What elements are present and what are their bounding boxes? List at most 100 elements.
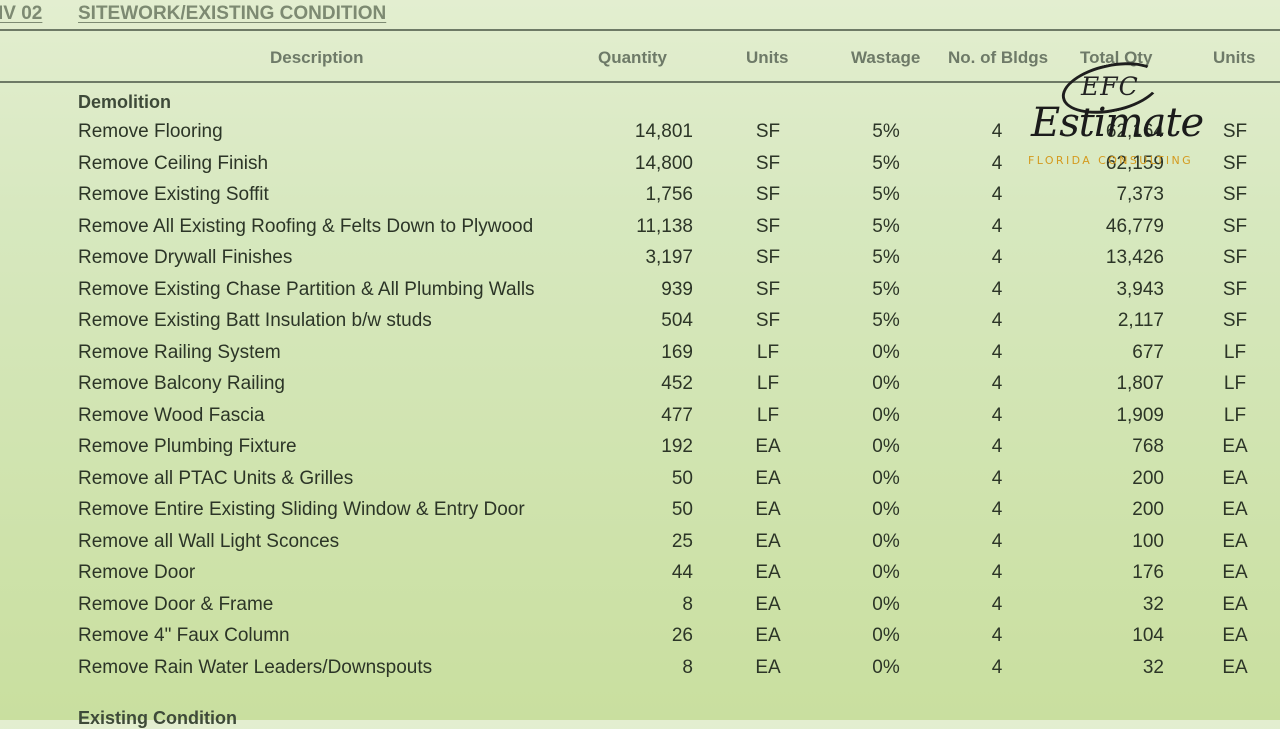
row-wastage: 0%: [872, 594, 900, 615]
row-wastage: 0%: [872, 625, 900, 646]
row-buildings: 4: [991, 436, 1003, 457]
row-quantity: 192: [661, 436, 693, 457]
row-description: Remove Rain Water Leaders/Downspouts: [78, 657, 433, 678]
row-buildings: 4: [991, 216, 1003, 237]
row-description: Remove Plumbing Fixture: [78, 436, 297, 457]
row-quantity: 14,800: [634, 153, 693, 174]
row-buildings: 4: [991, 531, 1003, 552]
row-total-units: SF: [1222, 279, 1248, 300]
row-total-qty: 104: [1132, 625, 1164, 646]
row-quantity: 452: [661, 373, 693, 394]
row-quantity: 477: [661, 405, 693, 426]
row-total-qty: 768: [1132, 436, 1164, 457]
row-quantity: 50: [671, 468, 693, 489]
row-total-units: SF: [1222, 153, 1248, 174]
row-quantity: 1,756: [645, 184, 693, 205]
division-code: IV 02: [0, 3, 43, 24]
row-total-units: LF: [1223, 373, 1247, 394]
row-units: EA: [755, 625, 781, 646]
row-buildings: 4: [991, 121, 1003, 142]
row-description: Remove Existing Chase Partition & All Pl…: [78, 279, 535, 300]
row-total-qty: 32: [1142, 657, 1164, 678]
row-description: Remove Ceiling Finish: [78, 153, 269, 174]
row-wastage: 5%: [872, 216, 900, 237]
row-buildings: 4: [991, 184, 1003, 205]
row-units: EA: [755, 657, 781, 678]
row-quantity: 504: [661, 310, 693, 331]
row-wastage: 5%: [872, 184, 900, 205]
row-buildings: 4: [991, 625, 1003, 646]
row-wastage: 0%: [872, 436, 900, 457]
row-description: Remove Wood Fascia: [78, 405, 265, 426]
row-buildings: 4: [991, 342, 1003, 363]
row-total-units: EA: [1222, 499, 1248, 520]
row-quantity: 11,138: [636, 216, 693, 237]
row-description: Remove Door & Frame: [78, 594, 274, 615]
row-description: Remove Existing Batt Insulation b/w stud…: [78, 310, 432, 331]
header-top-rule: [0, 29, 1280, 31]
row-total-units: EA: [1222, 531, 1248, 552]
row-total-units: SF: [1222, 310, 1248, 331]
row-units: LF: [756, 373, 780, 394]
row-total-qty: 100: [1132, 531, 1164, 552]
row-units: LF: [756, 405, 780, 426]
row-description: Remove all Wall Light Sconces: [78, 531, 340, 552]
row-total-units: EA: [1222, 657, 1248, 678]
logo-monogram: EFC: [1081, 72, 1139, 101]
row-description: Remove Flooring: [78, 121, 223, 142]
row-wastage: 0%: [872, 657, 900, 678]
row-wastage: 0%: [872, 531, 900, 552]
column-header-quantity: Quantity: [598, 48, 667, 67]
row-total-units: EA: [1222, 594, 1248, 615]
row-buildings: 4: [991, 499, 1003, 520]
row-description: Remove Drywall Finishes: [78, 247, 293, 268]
row-units: EA: [755, 499, 781, 520]
row-quantity: 44: [671, 562, 693, 583]
row-total-qty: 7,373: [1116, 184, 1164, 205]
row-units: SF: [755, 184, 781, 205]
row-total-qty: 1,807: [1116, 373, 1164, 394]
row-buildings: 4: [991, 468, 1003, 489]
row-total-qty: 176: [1132, 562, 1164, 583]
row-total-qty: 200: [1132, 468, 1164, 489]
row-total-qty: 3,943: [1116, 279, 1164, 300]
row-total-units: SF: [1222, 216, 1248, 237]
row-buildings: 4: [991, 405, 1003, 426]
section-heading-existing: Existing Condition: [78, 708, 237, 728]
row-quantity: 8: [682, 657, 693, 678]
row-wastage: 0%: [872, 562, 900, 583]
row-units: EA: [755, 594, 781, 615]
row-quantity: 14,801: [634, 121, 693, 142]
row-description: Remove 4" Faux Column: [78, 625, 290, 646]
row-units: SF: [755, 279, 781, 300]
row-buildings: 4: [991, 279, 1003, 300]
row-total-units: EA: [1222, 436, 1248, 457]
row-description: Remove Existing Soffit: [78, 184, 269, 205]
row-total-units: EA: [1222, 562, 1248, 583]
row-quantity: 25: [671, 531, 693, 552]
row-units: SF: [755, 216, 781, 237]
row-buildings: 4: [991, 153, 1003, 174]
row-total-qty: 677: [1132, 342, 1164, 363]
column-header-wastage: Wastage: [851, 48, 921, 67]
row-total-units: EA: [1222, 625, 1248, 646]
row-buildings: 4: [991, 562, 1003, 583]
row-description: Remove Entire Existing Sliding Window & …: [78, 499, 525, 520]
column-header-description: Description: [270, 48, 364, 67]
section-heading-demolition: Demolition: [78, 92, 171, 112]
row-units: LF: [756, 342, 780, 363]
row-total-qty: 32: [1142, 594, 1164, 615]
row-units: EA: [755, 562, 781, 583]
row-units: EA: [755, 468, 781, 489]
row-wastage: 5%: [872, 247, 900, 268]
row-quantity: 939: [661, 279, 693, 300]
row-total-qty: 46,779: [1105, 216, 1164, 237]
row-buildings: 4: [991, 373, 1003, 394]
row-quantity: 3,197: [645, 247, 693, 268]
row-description: Remove Balcony Railing: [78, 373, 285, 394]
row-wastage: 5%: [872, 121, 900, 142]
row-units: SF: [755, 121, 781, 142]
row-wastage: 5%: [872, 153, 900, 174]
division-title: SITEWORK/EXISTING CONDITION: [78, 3, 387, 24]
row-units: EA: [755, 531, 781, 552]
